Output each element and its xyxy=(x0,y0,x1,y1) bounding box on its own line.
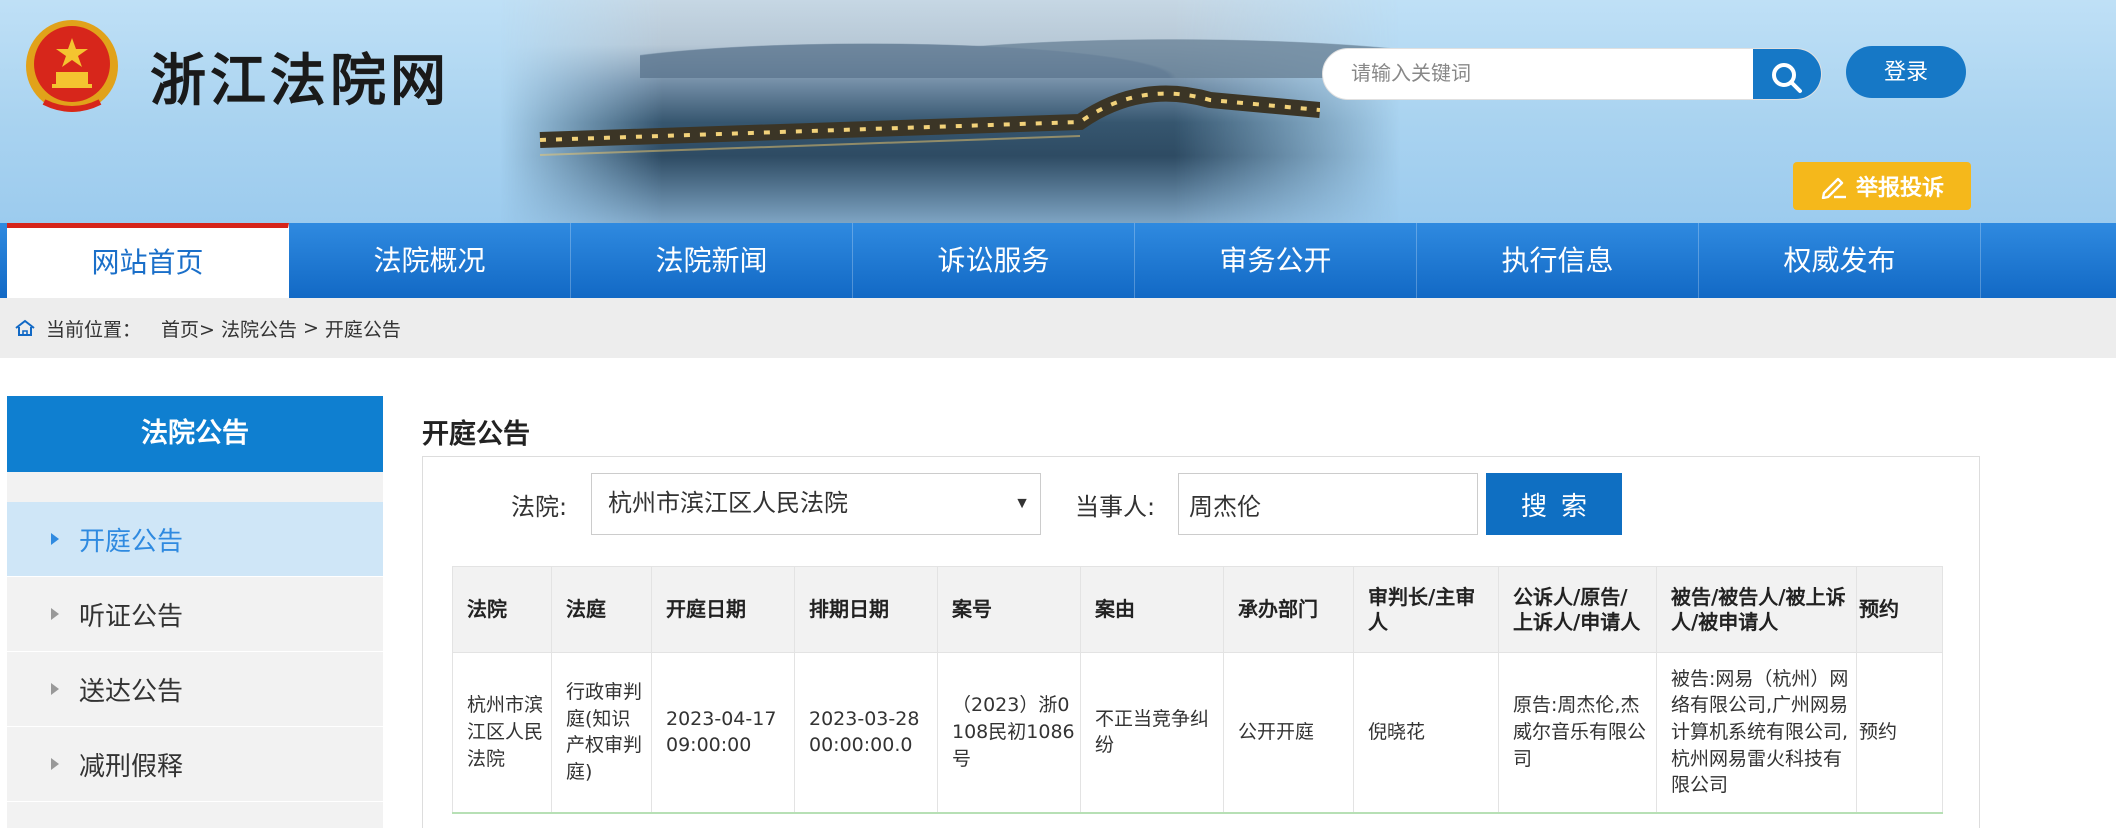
sidebar-title: 法院公告 xyxy=(7,396,383,472)
court-select[interactable]: 杭州市滨江区人民法院 ▼ xyxy=(591,473,1041,535)
cell-cause: 不正当竞争纠纷 xyxy=(1080,652,1224,814)
cell-plaintiff: 原告:周杰伦,杰威尔音乐有限公司 xyxy=(1498,652,1657,814)
cell-defendant: 被告:网易（杭州）网络有限公司,广州网易计算机系统有限公司,杭州网易雷火科技有限… xyxy=(1656,652,1857,814)
cell-schedule-date: 2023-03-28 00:00:00.0 xyxy=(794,652,938,814)
column-header: 被告/被告人/被上诉人/被申请人 xyxy=(1656,566,1857,653)
cell-tribunal: 行政审判庭(知识产权审判庭) xyxy=(551,652,652,814)
column-header: 开庭日期 xyxy=(651,566,795,653)
breadcrumb-home[interactable]: 首页> xyxy=(161,315,215,342)
home-icon xyxy=(15,319,35,336)
nav-item-enforcement[interactable]: 执行信息 xyxy=(1417,223,1699,298)
nav-item-judicial-affairs[interactable]: 审务公开 xyxy=(1135,223,1417,298)
sidebar-item-commutation-parole[interactable]: 减刑假释 xyxy=(7,727,383,802)
breadcrumb-current: 开庭公告 xyxy=(324,318,401,341)
header-search xyxy=(1322,48,1822,100)
sidebar: 法院公告 开庭公告 听证公告 送达公告 减刑假释 xyxy=(7,396,383,828)
pen-icon xyxy=(1821,177,1846,199)
breadcrumb-separator: > xyxy=(302,317,319,339)
court-label: 法院: xyxy=(511,493,568,521)
column-header: 排期日期 xyxy=(794,566,938,653)
sidebar-item-hearing-notice[interactable]: 开庭公告 xyxy=(7,502,383,577)
national-emblem-icon xyxy=(26,20,118,112)
cell-judge: 倪晓花 xyxy=(1353,652,1499,814)
breadcrumb-notices[interactable]: 法院公告 xyxy=(221,315,297,342)
search-icon xyxy=(1772,63,1802,93)
site-title: 浙江法院网 xyxy=(150,48,450,114)
cell-case-number: （2023）浙0108民初1086号 xyxy=(937,652,1081,814)
sidebar-item-label: 减刑假释 xyxy=(79,751,184,782)
column-header: 法庭 xyxy=(551,566,652,653)
nav-item-news[interactable]: 法院新闻 xyxy=(571,223,853,298)
nav-item-releases[interactable]: 权威发布 xyxy=(1699,223,1981,298)
search-submit-button[interactable]: 搜索 xyxy=(1486,473,1622,535)
sidebar-item-label: 送达公告 xyxy=(79,676,184,707)
sidebar-item-label: 开庭公告 xyxy=(79,526,184,557)
column-header: 案由 xyxy=(1080,566,1224,653)
banner-hills xyxy=(640,18,1400,78)
breadcrumb-prefix: 当前位置： xyxy=(46,318,142,341)
login-button[interactable]: 登录 xyxy=(1846,46,1966,98)
table-row: 杭州市滨江区人民法院 行政审判庭(知识产权审判庭) 2023-04-17 09:… xyxy=(452,652,1943,814)
column-header: 预约 xyxy=(1856,566,1943,653)
main-panel: 法院: 杭州市滨江区人民法院 ▼ 当事人: 搜索 法院 法庭 开庭日期 排期日期… xyxy=(422,456,1980,828)
court-select-value: 杭州市滨江区人民法院 xyxy=(608,490,848,517)
caret-right-icon xyxy=(51,608,59,620)
report-button[interactable]: 举报投诉 xyxy=(1793,162,1971,210)
cell-court: 杭州市滨江区人民法院 xyxy=(452,652,552,814)
result-table: 法院 法庭 开庭日期 排期日期 案号 案由 承办部门 审判长/主审人 公诉人/原… xyxy=(452,566,1943,814)
caret-right-icon xyxy=(51,758,59,770)
breadcrumb: 当前位置： 首页> 法院公告 > 开庭公告 xyxy=(0,298,2116,358)
cell-reserve[interactable]: 预约 xyxy=(1856,652,1943,814)
page-title: 开庭公告 xyxy=(422,419,530,450)
party-input[interactable] xyxy=(1178,473,1478,535)
column-header: 审判长/主审人 xyxy=(1353,566,1499,653)
cell-department: 公开开庭 xyxy=(1223,652,1354,814)
main-nav: 网站首页 法院概况 法院新闻 诉讼服务 审务公开 执行信息 权威发布 xyxy=(0,223,2116,298)
header-search-button[interactable] xyxy=(1753,49,1821,99)
nav-item-home[interactable]: 网站首页 xyxy=(7,223,289,298)
sidebar-item-hearing-evidence-notice[interactable]: 听证公告 xyxy=(7,577,383,652)
report-label: 举报投诉 xyxy=(1855,176,1944,201)
site-header: 浙江法院网 登录 举报投诉 xyxy=(0,0,2116,223)
sidebar-item-label: 听证公告 xyxy=(79,601,184,632)
column-header: 公诉人/原告/上诉人/申请人 xyxy=(1498,566,1657,653)
nav-item-overview[interactable]: 法院概况 xyxy=(289,223,571,298)
sidebar-item-service-notice[interactable]: 送达公告 xyxy=(7,652,383,727)
party-label: 当事人: xyxy=(1075,493,1156,521)
column-header: 案号 xyxy=(937,566,1081,653)
sidebar-list: 开庭公告 听证公告 送达公告 减刑假释 xyxy=(7,502,383,802)
caret-right-icon xyxy=(51,683,59,695)
table-header-row: 法院 法庭 开庭日期 排期日期 案号 案由 承办部门 审判长/主审人 公诉人/原… xyxy=(452,566,1943,653)
header-search-input[interactable] xyxy=(1323,49,1753,99)
cell-hearing-date: 2023-04-17 09:00:00 xyxy=(651,652,795,814)
nav-item-litigation[interactable]: 诉讼服务 xyxy=(853,223,1135,298)
column-header: 承办部门 xyxy=(1223,566,1354,653)
column-header: 法院 xyxy=(452,566,552,653)
banner-bridge xyxy=(539,85,1320,156)
caret-right-icon xyxy=(51,533,59,545)
caret-down-icon: ▼ xyxy=(1014,495,1030,512)
